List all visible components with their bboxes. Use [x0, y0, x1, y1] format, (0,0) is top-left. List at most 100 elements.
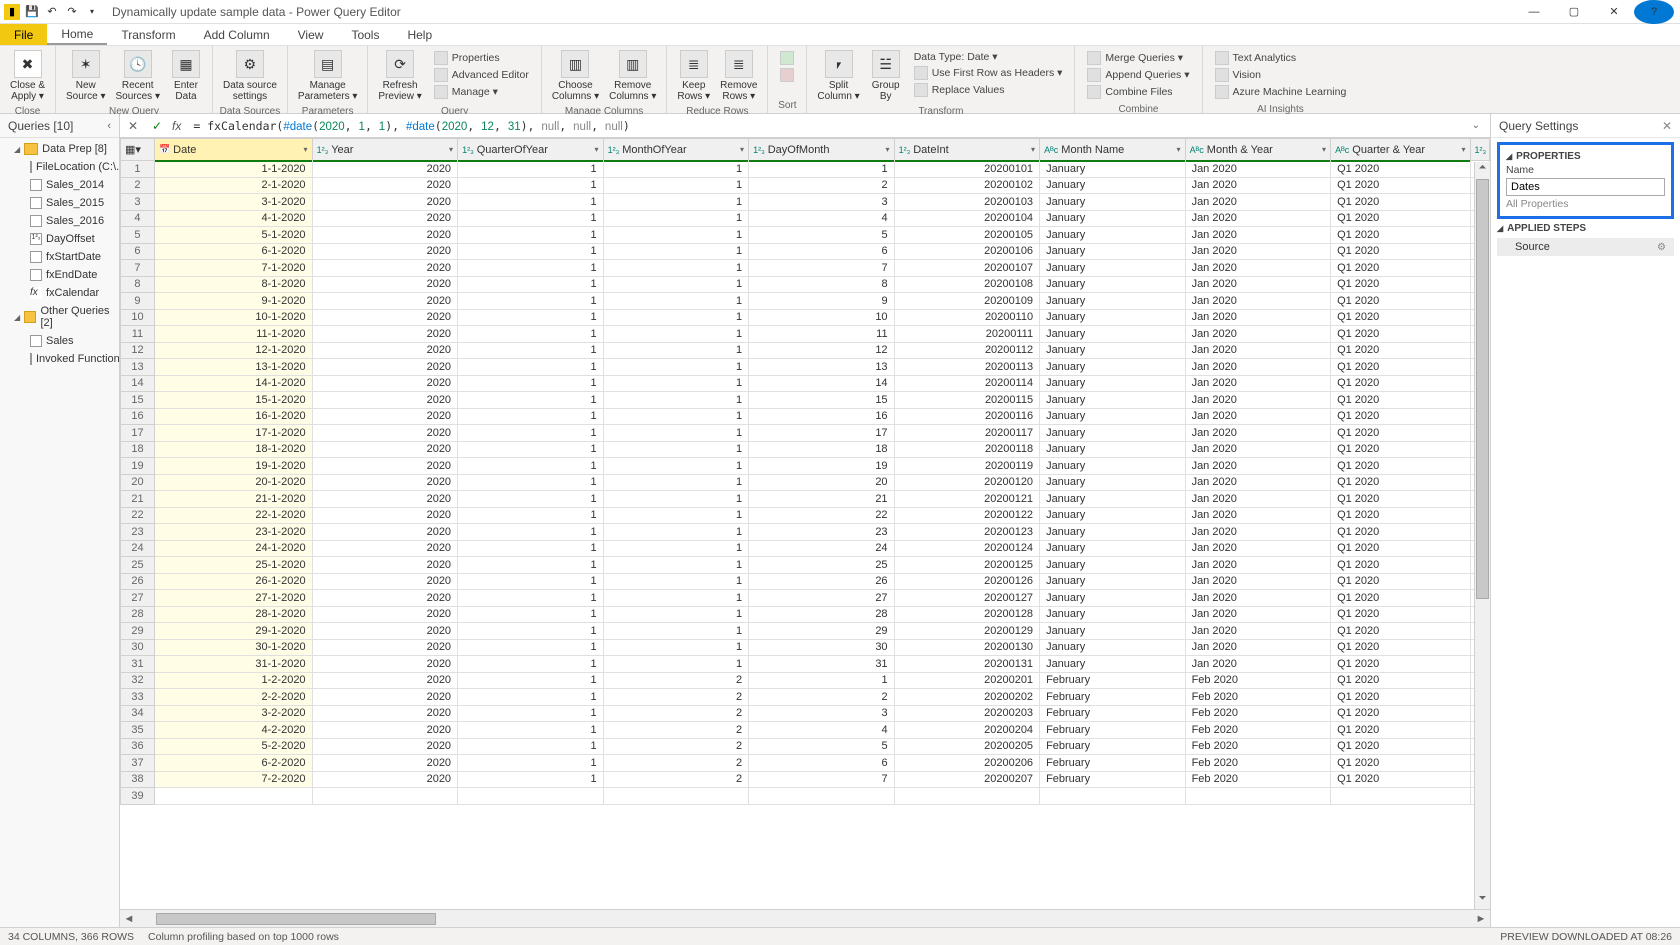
cell[interactable]: 20200131: [894, 656, 1040, 673]
row-number[interactable]: 35: [121, 722, 155, 739]
cell[interactable]: 1: [458, 210, 604, 227]
cell[interactable]: Q1 2020: [1331, 342, 1470, 359]
filter-icon[interactable]: ▾: [1461, 145, 1465, 154]
cell[interactable]: 1: [458, 606, 604, 623]
cell[interactable]: 1: [603, 524, 749, 541]
data-source-settings-button[interactable]: ⚙Data sourcesettings: [219, 48, 281, 104]
cell[interactable]: Jan 2020: [1185, 243, 1331, 260]
refresh-preview-button[interactable]: ⟳RefreshPreview ▾: [374, 48, 425, 104]
cell[interactable]: Q1 2020: [1331, 441, 1470, 458]
table-row[interactable]: 365-2-2020202012520200205FebruaryFeb 202…: [121, 738, 1490, 755]
cell[interactable]: 1: [603, 474, 749, 491]
cell[interactable]: 20200111: [894, 326, 1040, 343]
cell[interactable]: January: [1040, 623, 1186, 640]
table-row[interactable]: 2525-1-20202020112520200125JanuaryJan 20…: [121, 557, 1490, 574]
cell[interactable]: January: [1040, 606, 1186, 623]
cell[interactable]: 30-1-2020: [154, 639, 312, 656]
cell[interactable]: 20200122: [894, 507, 1040, 524]
cell[interactable]: 31-1-2020: [154, 656, 312, 673]
new-source-button[interactable]: ✶NewSource ▾: [62, 48, 109, 104]
table-row[interactable]: 2828-1-20202020112820200128JanuaryJan 20…: [121, 606, 1490, 623]
row-number[interactable]: 37: [121, 755, 155, 772]
cell[interactable]: 1: [458, 194, 604, 211]
cell[interactable]: 15-1-2020: [154, 392, 312, 409]
cell[interactable]: 20200125: [894, 557, 1040, 574]
applied-step[interactable]: Source⚙: [1497, 238, 1674, 256]
vertical-scrollbar[interactable]: ⏶ ⏷: [1474, 162, 1490, 909]
enter-data-button[interactable]: ▦EnterData: [166, 48, 206, 104]
cell[interactable]: 4: [749, 722, 895, 739]
cell[interactable]: Q1 2020: [1331, 161, 1470, 178]
cell[interactable]: 1: [603, 293, 749, 310]
query-item[interactable]: Sales_2014: [0, 176, 119, 194]
cell[interactable]: 2020: [312, 689, 458, 706]
cell[interactable]: 7-1-2020: [154, 260, 312, 277]
table-row[interactable]: 3030-1-20202020113020200130JanuaryJan 20…: [121, 639, 1490, 656]
cell[interactable]: 24-1-2020: [154, 540, 312, 557]
cell[interactable]: 20200103: [894, 194, 1040, 211]
sort-asc-button[interactable]: [776, 50, 798, 66]
cell[interactable]: 2: [603, 771, 749, 788]
table-row[interactable]: 1515-1-20202020111520200115JanuaryJan 20…: [121, 392, 1490, 409]
cell[interactable]: 1: [603, 392, 749, 409]
cell[interactable]: 20200109: [894, 293, 1040, 310]
cell[interactable]: Q1 2020: [1331, 507, 1470, 524]
cell[interactable]: 7: [749, 260, 895, 277]
table-row[interactable]: 66-1-2020202011620200106JanuaryJan 2020Q…: [121, 243, 1490, 260]
cell[interactable]: Q1 2020: [1331, 491, 1470, 508]
cell[interactable]: 2020: [312, 507, 458, 524]
cell[interactable]: 1: [458, 260, 604, 277]
cell[interactable]: Jan 2020: [1185, 359, 1331, 376]
cell[interactable]: January: [1040, 326, 1186, 343]
row-number[interactable]: 34: [121, 705, 155, 722]
cell[interactable]: 2020: [312, 738, 458, 755]
column-header[interactable]: 1²₃DayOfMonth▾: [749, 139, 895, 161]
cell[interactable]: 1: [458, 276, 604, 293]
query-group[interactable]: ◢Data Prep [8]: [0, 140, 119, 158]
close-apply-button[interactable]: ✖Close &Apply ▾: [6, 48, 49, 104]
table-row[interactable]: 1313-1-20202020111320200113JanuaryJan 20…: [121, 359, 1490, 376]
cell[interactable]: 20200114: [894, 375, 1040, 392]
cell[interactable]: Q1 2020: [1331, 672, 1470, 689]
gear-icon[interactable]: ⚙: [1657, 242, 1666, 253]
cell[interactable]: 21-1-2020: [154, 491, 312, 508]
column-header[interactable]: 1²₃MonthOfYear▾: [603, 139, 749, 161]
row-number[interactable]: 30: [121, 639, 155, 656]
cell[interactable]: 2: [603, 755, 749, 772]
cell[interactable]: Jan 2020: [1185, 210, 1331, 227]
cell[interactable]: January: [1040, 524, 1186, 541]
cell[interactable]: 2020: [312, 755, 458, 772]
cell[interactable]: 1: [458, 524, 604, 541]
cell[interactable]: 1: [749, 161, 895, 178]
column-overflow[interactable]: 1²₃: [1470, 139, 1490, 161]
help-icon[interactable]: ?: [1634, 0, 1674, 24]
table-row[interactable]: 11-1-2020202011120200101JanuaryJan 2020Q…: [121, 161, 1490, 178]
cell[interactable]: 7: [749, 771, 895, 788]
cell[interactable]: Feb 2020: [1185, 689, 1331, 706]
row-number[interactable]: 14: [121, 375, 155, 392]
cell[interactable]: 2020: [312, 210, 458, 227]
remove-rows-button[interactable]: ≣RemoveRows ▾: [716, 48, 761, 104]
cell[interactable]: January: [1040, 590, 1186, 607]
query-item[interactable]: FileLocation (C:\...: [0, 158, 119, 176]
cell[interactable]: 1: [749, 672, 895, 689]
column-header[interactable]: 📅Date▾: [154, 139, 312, 161]
cell[interactable]: 20200107: [894, 260, 1040, 277]
column-header[interactable]: AᴮcQuarter & Year▾: [1331, 139, 1470, 161]
text-analytics-button[interactable]: Text Analytics: [1211, 50, 1351, 66]
cell[interactable]: 1: [458, 590, 604, 607]
cell[interactable]: 2020: [312, 309, 458, 326]
cell[interactable]: 17: [749, 425, 895, 442]
cell[interactable]: 1: [603, 243, 749, 260]
query-item[interactable]: 1²₃DayOffset: [0, 230, 119, 248]
cell[interactable]: Jan 2020: [1185, 623, 1331, 640]
merge-queries-button[interactable]: Merge Queries ▾: [1083, 50, 1193, 66]
scroll-up-icon[interactable]: ⏶: [1475, 162, 1490, 178]
cell[interactable]: 6-1-2020: [154, 243, 312, 260]
cell[interactable]: 20200127: [894, 590, 1040, 607]
cell[interactable]: Feb 2020: [1185, 738, 1331, 755]
cell[interactable]: 18: [749, 441, 895, 458]
cell[interactable]: 15: [749, 392, 895, 409]
properties-heading[interactable]: ◢PROPERTIES: [1506, 151, 1665, 162]
advanced-editor-button[interactable]: Advanced Editor: [430, 67, 533, 83]
